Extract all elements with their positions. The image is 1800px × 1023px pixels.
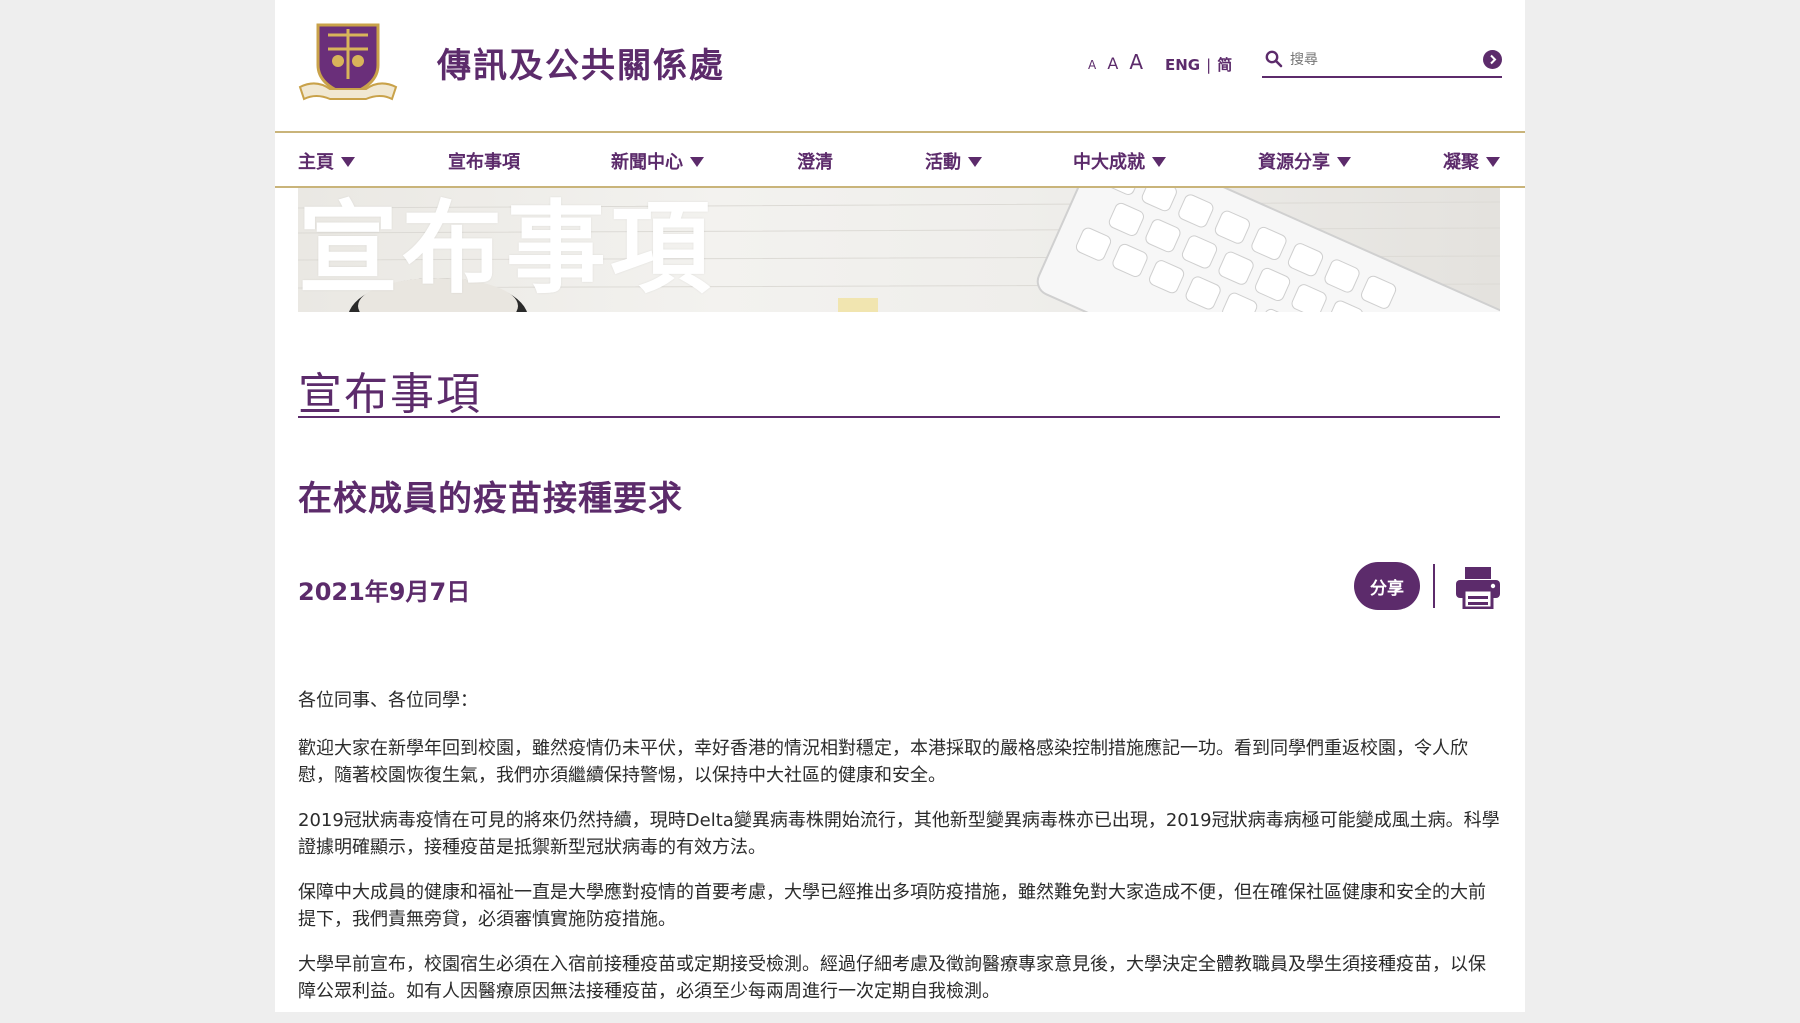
article-paragraph: 各位同事、各位同學： [298,690,478,711]
lang-eng-link[interactable]: ENG [1165,56,1200,74]
section-heading: 宣布事項 [298,369,482,420]
nav-label: 中大成就 [1073,152,1145,173]
nav-item-connect[interactable]: 凝聚 [1443,148,1500,174]
nav-item-home[interactable]: 主頁 [298,148,355,174]
search-icon [1265,50,1283,68]
caret-down-icon [1486,157,1500,167]
print-icon[interactable] [1455,565,1501,609]
article-date: 2021年9月7日 [298,578,471,606]
article-title: 在校成員的疫苗接種要求 [298,479,683,519]
page: 傳訊及公共關係處 A A A ENG | 简 主頁 宣布事項 新聞中心 澄清 活動 … [275,0,1525,1012]
caret-down-icon [968,157,982,167]
section-divider [298,416,1500,418]
nav-item-announcements[interactable]: 宣布事項 [448,148,520,174]
search-go-icon[interactable] [1483,50,1502,69]
caret-down-icon [1337,157,1351,167]
language-switcher: ENG | 简 [1165,54,1232,75]
nav-label: 澄清 [797,152,833,173]
site-title[interactable]: 傳訊及公共關係處 [437,38,725,87]
article-body: 各位同事、各位同學： 歡迎大家在新學年回到校園，雖然疫情仍未平伏，幸好香港的情況… [298,687,1500,1023]
caret-down-icon [341,157,355,167]
nav-label: 新聞中心 [611,152,683,173]
article-paragraph: 2019冠狀病毒疫情在可見的將來仍然持續，現時Delta變異病毒株開始流行，其他… [298,810,1500,858]
nav-item-achievements[interactable]: 中大成就 [1073,148,1166,174]
article-paragraph: 歡迎大家在新學年回到校園，雖然疫情仍未平伏，幸好香港的情況相對穩定，本港採取的嚴… [298,738,1468,786]
font-size-controls: A A A [1088,50,1149,74]
article-paragraph: 保障中大成員的健康和福祉一直是大學應對疫情的首要考慮，大學已經推出多項防疫措施，… [298,882,1486,930]
nav-item-clarification[interactable]: 澄清 [797,148,833,174]
nav-item-resources[interactable]: 資源分享 [1258,148,1351,174]
nav-item-news-centre[interactable]: 新聞中心 [611,148,704,174]
banner-title: 宣布事項 [298,190,714,307]
search-input[interactable] [1288,48,1472,72]
university-crest-icon[interactable] [296,19,400,105]
lang-simplified-link[interactable]: 简 [1217,56,1232,74]
font-size-medium-button[interactable]: A [1107,54,1118,73]
action-divider [1433,564,1435,608]
caret-down-icon [690,157,704,167]
lang-separator: | [1206,56,1212,74]
nav-label: 主頁 [298,152,334,173]
nav-label: 凝聚 [1443,152,1479,173]
nav-label: 資源分享 [1258,152,1330,173]
banner: 宣布事項 [298,188,1500,312]
nav-label: 宣布事項 [448,152,520,173]
article-paragraph: 大學早前宣布，校園宿生必須在入宿前接種疫苗或定期接受檢測。經過仔細考慮及徵詢醫療… [298,954,1486,1002]
main-nav: 主頁 宣布事項 新聞中心 澄清 活動 中大成就 資源分享 凝聚 [275,131,1525,188]
font-size-small-button[interactable]: A [1088,58,1096,72]
search-box [1262,48,1502,78]
nav-item-events[interactable]: 活動 [925,148,982,174]
share-button[interactable]: 分享 [1354,562,1420,610]
nav-label: 活動 [925,152,961,173]
caret-down-icon [1152,157,1166,167]
font-size-large-button[interactable]: A [1129,50,1143,74]
